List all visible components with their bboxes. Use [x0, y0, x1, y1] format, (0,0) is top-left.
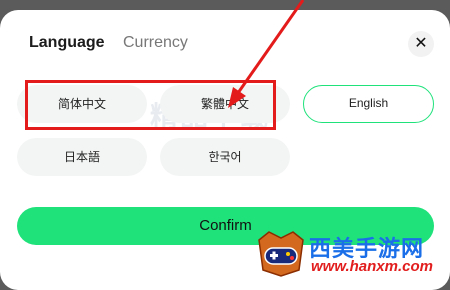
gamepad-logo-icon — [258, 231, 304, 277]
close-icon[interactable]: ✕ — [408, 31, 434, 57]
tab-language[interactable]: Language — [29, 34, 105, 52]
lang-option-japanese[interactable]: 日本語 — [17, 138, 147, 176]
tab-currency[interactable]: Currency — [123, 34, 188, 52]
watermark-url: www.hanxm.com — [311, 258, 433, 275]
annotation-highlight-box — [25, 80, 276, 130]
lang-option-korean[interactable]: 한국어 — [160, 138, 290, 176]
lang-option-english[interactable]: English — [303, 85, 434, 123]
